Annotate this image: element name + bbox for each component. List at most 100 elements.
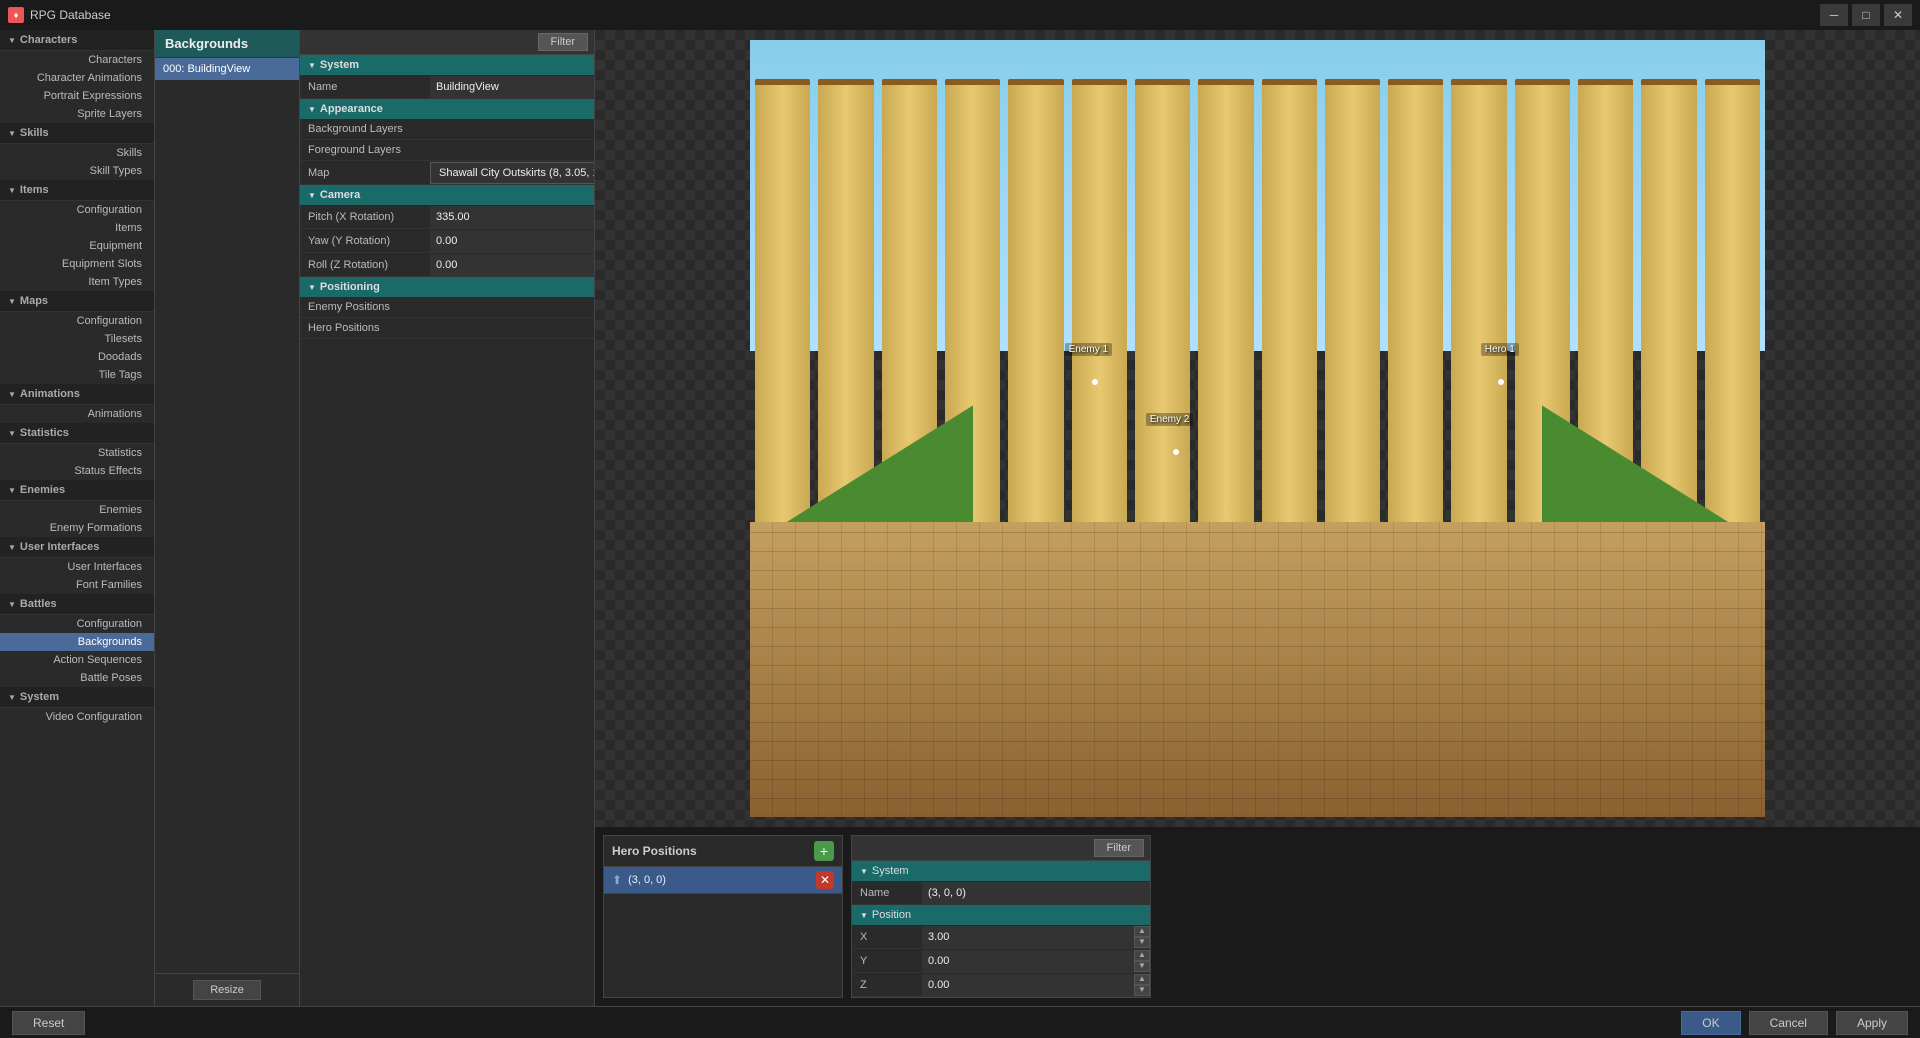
add-position-button[interactable]: +	[814, 841, 834, 861]
game-preview: Enemy 1 Enemy 2 Hero 1	[595, 30, 1920, 827]
close-button[interactable]: ✕	[1884, 4, 1912, 26]
pos-filter-button[interactable]: Filter	[1094, 839, 1144, 857]
sidebar-section-characters[interactable]: Characters	[0, 30, 154, 51]
enemy2-label: Enemy 2	[1146, 413, 1193, 426]
main-content: Characters Characters Character Animatio…	[0, 30, 1920, 1006]
z-value[interactable]	[922, 974, 1134, 996]
y-value[interactable]	[922, 950, 1134, 972]
sidebar: Characters Characters Character Animatio…	[0, 30, 155, 1006]
x-value[interactable]	[922, 926, 1134, 948]
sidebar-item-skill-types[interactable]: Skill Types	[0, 162, 154, 180]
preview-area: Enemy 1 Enemy 2 Hero 1 Hero Positions +	[595, 30, 1920, 1006]
sidebar-item-enemy-formations[interactable]: Enemy Formations	[0, 519, 154, 537]
sidebar-item-statistics[interactable]: Statistics	[0, 444, 154, 462]
enemy-positions-item[interactable]: Enemy Positions	[300, 297, 594, 318]
sidebar-item-user-interfaces[interactable]: User Interfaces	[0, 558, 154, 576]
maximize-button[interactable]: □	[1852, 4, 1880, 26]
prop-value-roll[interactable]	[430, 254, 594, 276]
prop-value-name[interactable]	[430, 76, 594, 98]
sidebar-section-animations[interactable]: Animations	[0, 384, 154, 405]
position-detail-panel: Filter System Name Position	[851, 835, 1151, 998]
sidebar-section-user-interfaces[interactable]: User Interfaces	[0, 537, 154, 558]
ok-button[interactable]: OK	[1681, 1011, 1740, 1035]
sidebar-section-statistics[interactable]: Statistics	[0, 423, 154, 444]
sidebar-item-skills[interactable]: Skills	[0, 144, 154, 162]
sidebar-item-item-types[interactable]: Item Types	[0, 273, 154, 291]
sidebar-item-portrait-expressions[interactable]: Portrait Expressions	[0, 87, 154, 105]
prop-value-map[interactable]: Shawall City Outskirts (8, 3.05, 17)	[430, 162, 595, 184]
resize-button[interactable]: Resize	[193, 980, 261, 1000]
sidebar-item-action-sequences[interactable]: Action Sequences	[0, 651, 154, 669]
bottom-panels: Hero Positions + ⬆ (3, 0, 0) ✕ Filter	[595, 827, 1920, 1006]
hero-positions-item[interactable]: Hero Positions	[300, 318, 594, 339]
sidebar-section-battles[interactable]: Battles	[0, 594, 154, 615]
pos-prop-value-name[interactable]	[922, 882, 1150, 904]
z-spinner: ▲ ▼	[922, 974, 1150, 996]
sidebar-item-backgrounds[interactable]: Backgrounds	[0, 633, 154, 651]
sidebar-item-configuration-maps[interactable]: Configuration	[0, 312, 154, 330]
pos-position-section-header[interactable]: Position	[852, 905, 1150, 925]
pos-prop-label-x: X	[852, 928, 922, 946]
status-right: OK Cancel Apply	[1681, 1011, 1908, 1035]
sidebar-item-configuration-items[interactable]: Configuration	[0, 201, 154, 219]
sidebar-item-character-animations[interactable]: Character Animations	[0, 69, 154, 87]
x-spinner: ▲ ▼	[922, 926, 1150, 948]
app-icon: ♦	[8, 7, 24, 23]
sidebar-item-video-configuration[interactable]: Video Configuration	[0, 708, 154, 726]
y-decrement-button[interactable]: ▼	[1134, 961, 1150, 972]
sidebar-item-enemies[interactable]: Enemies	[0, 501, 154, 519]
chevron-down-icon	[8, 184, 16, 196]
z-increment-button[interactable]: ▲	[1134, 974, 1150, 985]
sidebar-item-tilesets[interactable]: Tilesets	[0, 330, 154, 348]
floor-tiles	[750, 522, 1765, 817]
apply-button[interactable]: Apply	[1836, 1011, 1908, 1035]
sidebar-section-items[interactable]: Items	[0, 180, 154, 201]
sidebar-section-enemies[interactable]: Enemies	[0, 480, 154, 501]
pos-system-section-header[interactable]: System	[852, 861, 1150, 881]
prop-row-name: Name	[300, 75, 594, 99]
pos-prop-row-y: Y ▲ ▼	[852, 949, 1150, 973]
sidebar-item-font-families[interactable]: Font Families	[0, 576, 154, 594]
camera-section-header[interactable]: Camera	[300, 185, 594, 205]
sidebar-item-items[interactable]: Items	[0, 219, 154, 237]
sidebar-item-sprite-layers[interactable]: Sprite Layers	[0, 105, 154, 123]
z-decrement-button[interactable]: ▼	[1134, 985, 1150, 996]
cancel-button[interactable]: Cancel	[1749, 1011, 1828, 1035]
chevron-down-icon	[8, 691, 16, 703]
list-panel-header: Backgrounds	[155, 30, 299, 58]
position-item[interactable]: ⬆ (3, 0, 0) ✕	[604, 867, 842, 894]
sidebar-item-status-effects[interactable]: Status Effects	[0, 462, 154, 480]
sidebar-item-battle-poses[interactable]: Battle Poses	[0, 669, 154, 687]
sidebar-item-doodads[interactable]: Doodads	[0, 348, 154, 366]
chevron-down-icon	[8, 34, 16, 46]
sidebar-item-equipment[interactable]: Equipment	[0, 237, 154, 255]
appearance-section-header[interactable]: Appearance	[300, 99, 594, 119]
sidebar-section-maps[interactable]: Maps	[0, 291, 154, 312]
scene-canvas: Enemy 1 Enemy 2 Hero 1	[750, 40, 1765, 817]
minimize-button[interactable]: ─	[1820, 4, 1848, 26]
sidebar-section-skills[interactable]: Skills	[0, 123, 154, 144]
sidebar-item-equipment-slots[interactable]: Equipment Slots	[0, 255, 154, 273]
foreground-layers-item[interactable]: Foreground Layers	[300, 140, 594, 161]
hero-positions-panel: Hero Positions + ⬆ (3, 0, 0) ✕	[603, 835, 843, 998]
sidebar-item-animations[interactable]: Animations	[0, 405, 154, 423]
sidebar-item-tile-tags[interactable]: Tile Tags	[0, 366, 154, 384]
reset-button[interactable]: Reset	[12, 1011, 85, 1035]
remove-position-button[interactable]: ✕	[816, 871, 834, 889]
filter-button[interactable]: Filter	[538, 33, 588, 51]
sidebar-section-system[interactable]: System	[0, 687, 154, 708]
system-section-header[interactable]: System	[300, 55, 594, 75]
background-layers-item[interactable]: Background Layers	[300, 119, 594, 140]
y-increment-button[interactable]: ▲	[1134, 950, 1150, 961]
sidebar-item-characters[interactable]: Characters	[0, 51, 154, 69]
x-increment-button[interactable]: ▲	[1134, 926, 1150, 937]
list-item[interactable]: 000: BuildingView	[155, 58, 299, 80]
sidebar-item-configuration-battles[interactable]: Configuration	[0, 615, 154, 633]
x-decrement-button[interactable]: ▼	[1134, 937, 1150, 948]
chevron-down-icon	[8, 598, 16, 610]
chevron-down-icon	[8, 541, 16, 553]
prop-value-pitch[interactable]	[430, 206, 594, 228]
chevron-down-icon	[308, 59, 316, 71]
positioning-section-header[interactable]: Positioning	[300, 277, 594, 297]
prop-value-yaw[interactable]	[430, 230, 594, 252]
